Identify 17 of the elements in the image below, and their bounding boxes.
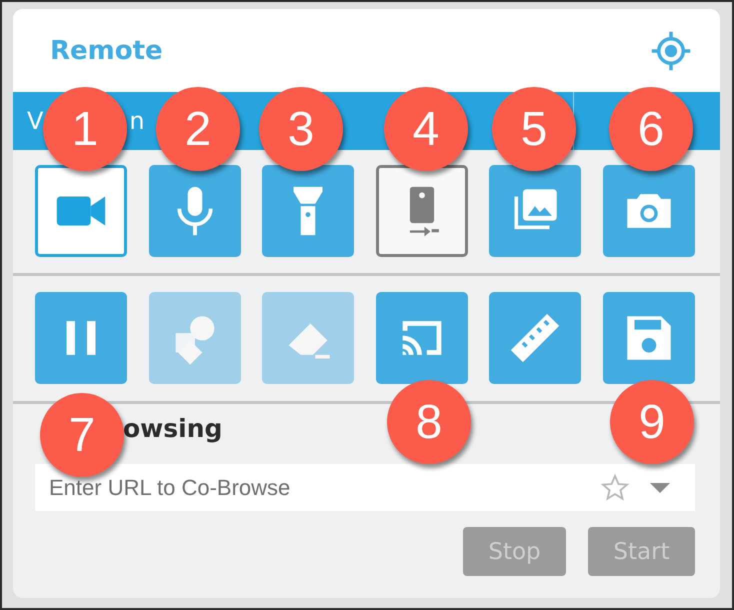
tool-button[interactable] — [602, 165, 694, 257]
url-field[interactable]: Enter URL to Co-Browse — [35, 464, 695, 511]
tool-button[interactable] — [148, 165, 240, 257]
tool-button[interactable] — [489, 292, 581, 384]
tab-label: V — [27, 107, 44, 135]
tab-label: n — [129, 107, 145, 135]
panel-title: Remote — [50, 36, 163, 66]
locate-icon[interactable] — [650, 30, 692, 72]
tool-button[interactable] — [376, 165, 468, 257]
tool-button[interactable] — [262, 165, 354, 257]
section-heading: owsing — [123, 414, 222, 443]
tool-button[interactable] — [376, 292, 468, 384]
tool-button[interactable] — [489, 165, 581, 257]
tool-button[interactable] — [35, 165, 127, 257]
tool-button[interactable] — [35, 292, 127, 384]
dropdown-caret-icon[interactable] — [649, 482, 671, 494]
tool-button[interactable] — [602, 292, 694, 384]
